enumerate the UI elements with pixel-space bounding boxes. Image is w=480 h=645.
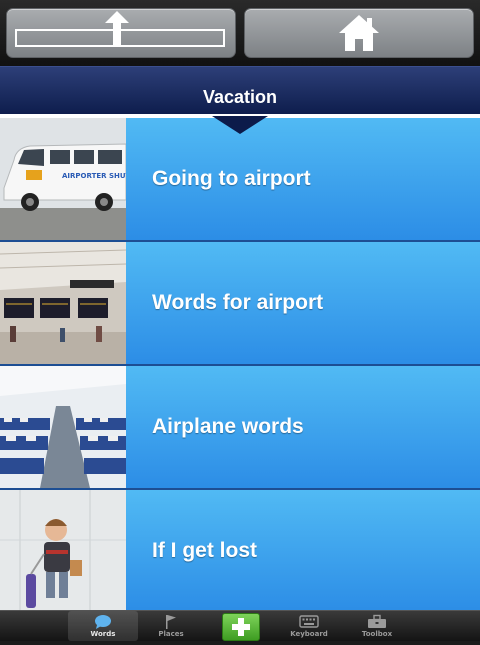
tab-bar: Words Places Keyboard Toolbox [0,610,480,641]
plus-icon [232,618,250,636]
list-item[interactable]: Words for airport [0,242,480,366]
list-item-label: If I get lost [152,539,257,562]
tab-label: Places [158,630,184,638]
up-button[interactable] [6,8,236,58]
list-item[interactable]: Airplane words [0,366,480,490]
toolbox-icon [368,614,386,628]
list-item-label: Words for airport [152,291,324,314]
airplane-cabin-photo [0,366,126,488]
keyboard-icon [299,615,319,628]
tab-label: Toolbox [361,630,393,638]
tab-toolbox[interactable]: Toolbox [342,611,412,641]
list-item[interactable]: AIRPORTER SHUTTLE EXPRESS Going to airpo… [0,118,480,242]
tab-places[interactable]: Places [136,611,206,641]
child-with-luggage-photo [0,490,126,612]
tab-keyboard[interactable]: Keyboard [274,611,344,641]
category-header: Vacation [0,66,480,117]
flag-icon [166,615,176,629]
list-item-label: Going to airport [152,167,311,190]
top-toolbar [0,0,480,66]
tab-words[interactable]: Words [68,611,138,641]
add-button[interactable] [222,613,260,641]
tab-label: Words [90,630,116,638]
list-item[interactable]: If I get lost [0,490,480,614]
up-arrow-icon [105,11,129,47]
list-item-label: Airplane words [152,415,304,438]
van-logo-text: AIRPORTER SHUTTLE EXPRESS [62,172,126,180]
tab-label: Keyboard [290,630,328,638]
airport-terminal-photo [0,242,126,364]
shuttle-van-photo: AIRPORTER SHUTTLE EXPRESS [0,118,126,240]
header-pointer [212,116,268,134]
phrase-list: AIRPORTER SHUTTLE EXPRESS Going to airpo… [0,118,480,614]
speech-bubble-icon [95,615,111,629]
home-button[interactable] [244,8,474,58]
page-title: Vacation [202,87,278,107]
home-icon [339,15,379,51]
